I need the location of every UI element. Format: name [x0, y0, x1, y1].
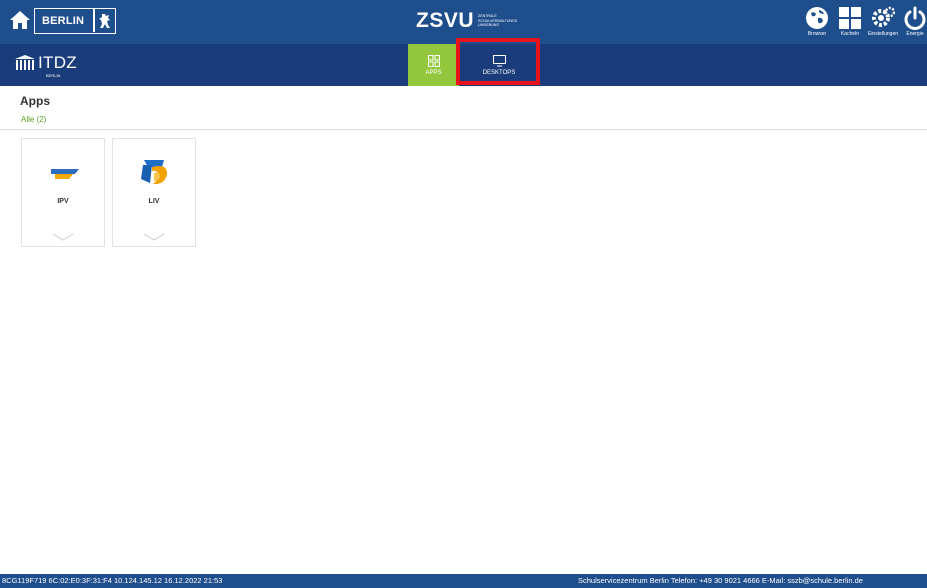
device-info: 8CG119F719 6C:02:E0:3F:31:F4 10.124.145.… [2, 576, 223, 585]
tiles-icon [839, 7, 861, 29]
settings-top-button[interactable]: Einstellungen [868, 6, 898, 42]
berlin-logo: BERLIN [34, 8, 116, 34]
ipv-icon [51, 169, 79, 179]
filter-all[interactable]: Alle (2) [21, 115, 46, 124]
zsvu-brand-subtitle: Zentrale Schulverwaltungs Umgebung [478, 14, 518, 28]
itdz-name: ITDZ [38, 53, 77, 72]
app-tile-liv[interactable]: LIV [112, 138, 196, 247]
chevron-down-icon[interactable] [52, 233, 74, 241]
gear-icon[interactable] [905, 101, 923, 115]
liv-icon [141, 160, 168, 185]
desktops-highlight-box [456, 38, 540, 85]
zsvu-brand: ZSVU [416, 9, 475, 32]
zsvu-logo: ZSVU Zentrale Schulverwaltungs Umgebung [416, 7, 518, 35]
tiles-button[interactable]: Kacheln [835, 6, 865, 42]
app-name-liv: LIV [148, 198, 160, 205]
apps-grid-icon [427, 54, 440, 67]
tiles-label: Kacheln [840, 31, 860, 37]
search-icon[interactable] [884, 102, 898, 116]
app-name-ipv: IPV [57, 198, 69, 205]
itdz-building-icon [15, 55, 35, 70]
page-title: Apps [20, 94, 50, 108]
power-label: Energie [906, 31, 924, 37]
browser-label: Browser [807, 31, 827, 37]
power-icon [904, 6, 926, 30]
berlin-label: BERLIN [42, 15, 85, 27]
tab-apps-label: APPS [425, 69, 442, 76]
browser-button[interactable]: Browser [802, 6, 832, 42]
itdz-subtitle: BERLIN [46, 73, 61, 78]
itdz-logo: ITDZ BERLIN [14, 53, 77, 78]
gears-icon [872, 6, 895, 27]
settings-label: Einstellungen [867, 31, 899, 37]
divider [0, 129, 927, 130]
contact-info: Schulservicezentrum Berlin Telefon: +49 … [578, 576, 863, 585]
status-footer: 8CG119F719 6C:02:E0:3F:31:F4 10.124.145.… [0, 574, 927, 588]
app-tile-ipv[interactable]: IPV [21, 138, 105, 247]
globe-icon [806, 7, 828, 29]
power-button[interactable]: Energie [900, 6, 927, 42]
tab-apps[interactable]: APPS [408, 44, 459, 86]
chevron-down-icon[interactable] [143, 233, 165, 241]
home-icon[interactable] [9, 9, 31, 31]
berlin-bear-icon [99, 14, 110, 28]
